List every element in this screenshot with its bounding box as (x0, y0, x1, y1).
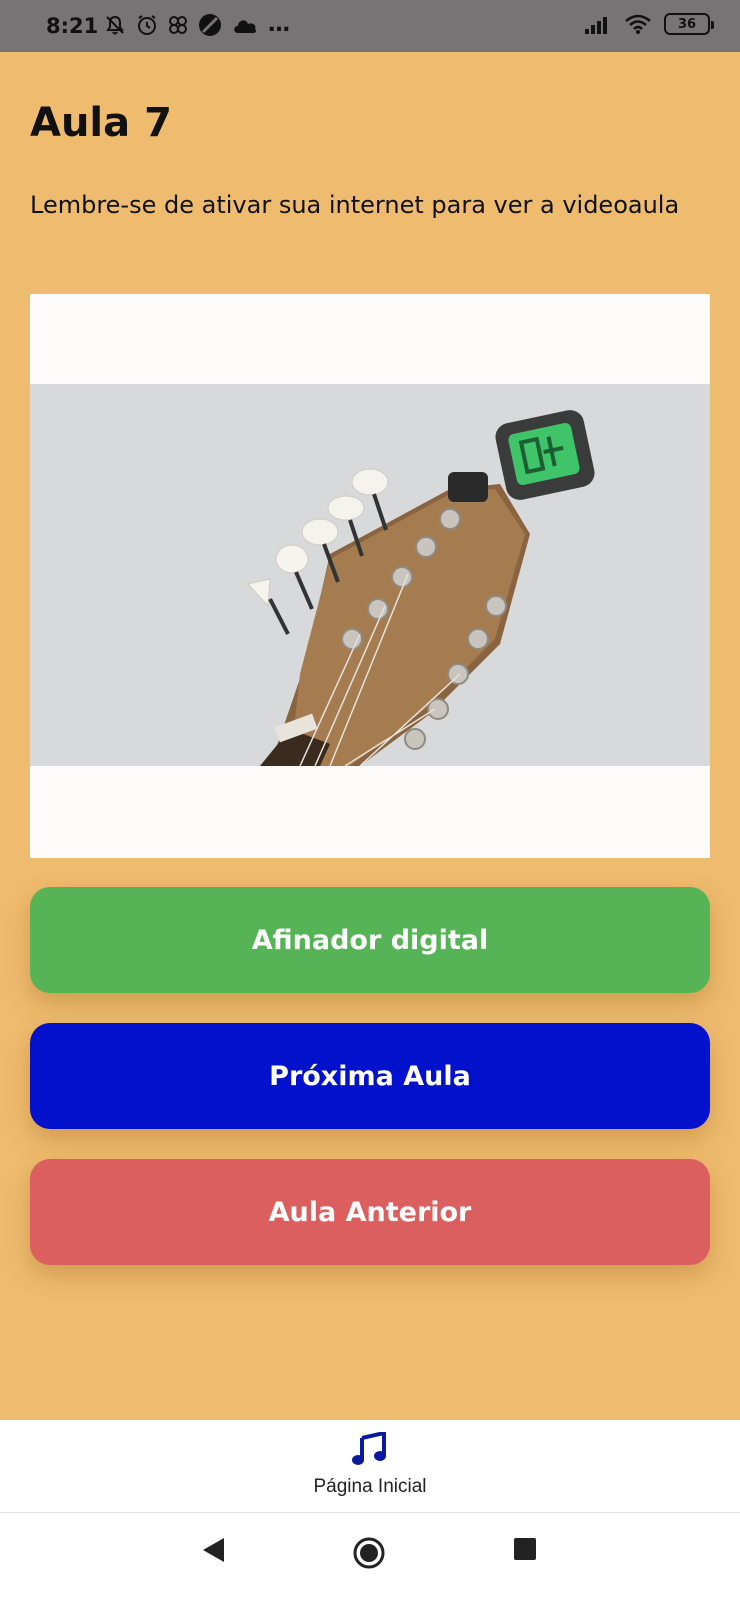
alarm-icon (138, 15, 156, 35)
previous-lesson-button-label: Aula Anterior (268, 1196, 472, 1228)
home-icon[interactable] (352, 1536, 386, 1570)
next-lesson-button[interactable]: Próxima Aula (30, 1023, 710, 1129)
guitar-headstock-image (30, 384, 710, 766)
digital-tuner-button[interactable]: Afinador digital (30, 887, 710, 993)
lesson-title: Aula 7 (30, 100, 172, 146)
status-bar: 8:21 … 36 (0, 0, 740, 52)
system-icons: 36 (584, 13, 714, 35)
video-thumbnail[interactable] (30, 384, 710, 766)
nav-item-home-label: Página Inicial (313, 1476, 427, 1497)
no-entry-icon (199, 14, 221, 36)
notification-icons: … (104, 13, 290, 37)
bottom-navigation: Página Inicial (0, 1420, 740, 1513)
next-lesson-button-label: Próxima Aula (269, 1060, 471, 1092)
status-time: 8:21 (46, 14, 99, 38)
internet-reminder: Lembre-se de ativar sua internet para ve… (30, 191, 680, 219)
back-icon[interactable] (200, 1536, 226, 1564)
battery-level: 36 (677, 16, 697, 32)
cloud-icon (234, 20, 257, 33)
video-player[interactable] (30, 294, 710, 858)
pinwheel-icon (169, 16, 187, 34)
previous-lesson-button[interactable]: Aula Anterior (30, 1159, 710, 1265)
digital-tuner-button-label: Afinador digital (251, 924, 489, 956)
system-navigation-bar (0, 1513, 740, 1600)
signal-icon (585, 17, 607, 34)
wifi-icon (625, 14, 651, 34)
more-indicator: … (268, 12, 290, 37)
bell-off-icon (106, 15, 124, 35)
battery-icon: 36 (664, 13, 714, 35)
recents-icon[interactable] (512, 1536, 538, 1562)
nav-item-home[interactable]: Página Inicial (290, 1432, 450, 1508)
music-note-icon (352, 1432, 386, 1465)
